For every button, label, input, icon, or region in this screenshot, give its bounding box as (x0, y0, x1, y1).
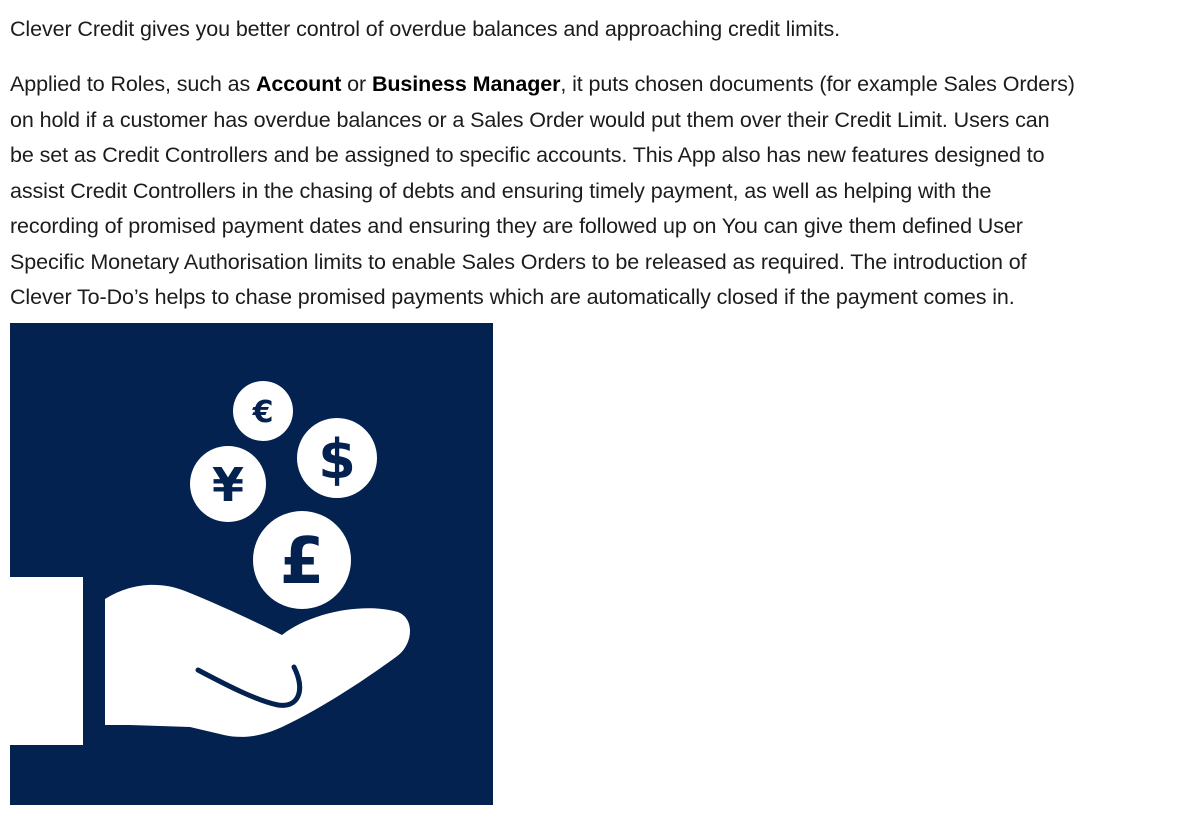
description-line-2: on hold if a customer has overdue balanc… (10, 107, 1050, 132)
description-line-4: assist Credit Controllers in the chasing… (10, 178, 992, 203)
description-text: , it puts chosen documents (for example … (560, 72, 1075, 96)
role-account: Account (255, 72, 342, 96)
role-business-manager: Business Manager (371, 72, 561, 96)
euro-coin-icon: € (233, 381, 293, 441)
description-line-3: be set as Credit Controllers and be assi… (10, 143, 1045, 167)
sleeve-icon (10, 577, 83, 745)
document-body: Clever Credit gives you better control o… (10, 0, 1200, 316)
open-hand-icon (105, 584, 410, 737)
description-line-6: Specific Monetary Authorisation limits t… (10, 249, 1027, 274)
illustration-svg: € $ ¥ £ (10, 381, 410, 745)
yen-symbol: ¥ (212, 458, 244, 512)
description-line-5: recording of promised payment dates and … (10, 214, 1023, 238)
description-text: Applied to Roles, such as (10, 72, 256, 96)
pound-symbol: £ (280, 525, 325, 599)
dollar-symbol: $ (318, 428, 356, 491)
description-line-1: Applied to Roles, such as Account or Bus… (10, 67, 1200, 103)
yen-coin-icon: ¥ (190, 446, 266, 522)
money-hand-illustration: € $ ¥ £ (10, 323, 493, 805)
intro-paragraph: Clever Credit gives you better control o… (10, 17, 841, 41)
description-paragraph: Applied to Roles, such as Account or Bus… (10, 67, 1200, 316)
description-text: or (341, 72, 372, 96)
dollar-coin-icon: $ (297, 418, 377, 498)
pound-coin-icon: £ (253, 511, 351, 609)
euro-symbol: € (252, 395, 274, 430)
description-line-7: Clever To-Do’s helps to chase promised p… (10, 285, 1015, 309)
